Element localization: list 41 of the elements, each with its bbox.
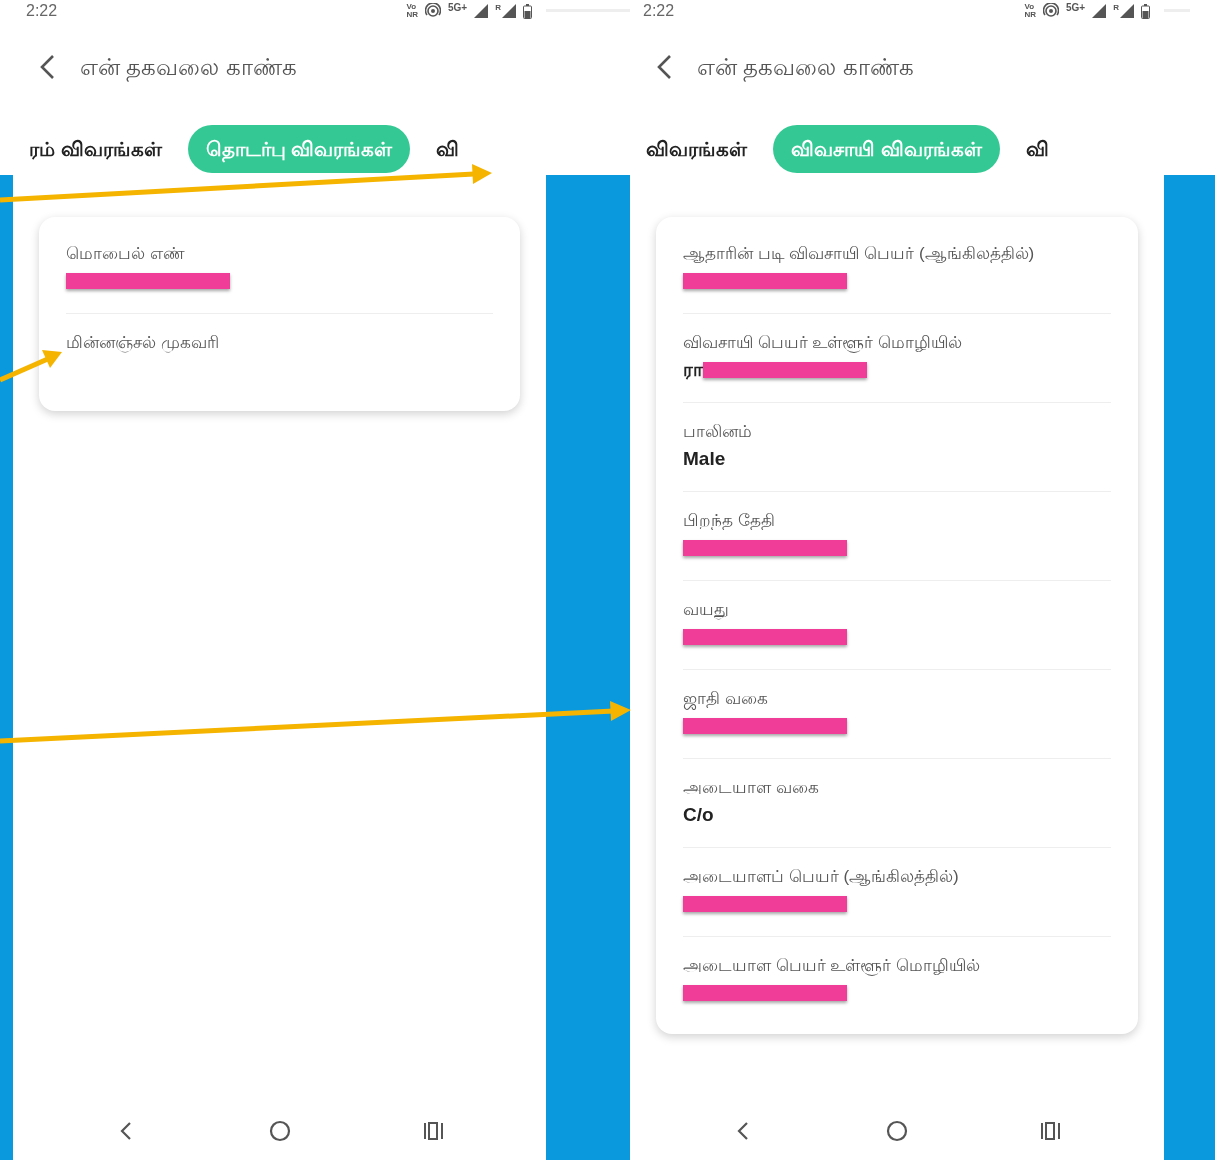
status-text: Vo (406, 3, 418, 11)
signal-icon (502, 4, 516, 18)
status-time: 2:22 (26, 3, 58, 19)
status-text: NR (406, 11, 419, 19)
field-label: ஜாதி வகை (683, 688, 769, 710)
page-title: என் தகவலை காண்க (697, 52, 914, 84)
field-label: அடையாள வகை (683, 777, 820, 799)
page-title: என் தகவலை காண்க (80, 52, 297, 84)
arrow (0, 350, 62, 383)
field-value: C/o (683, 802, 714, 827)
field-value: ரா (683, 357, 703, 382)
back-icon[interactable] (655, 54, 673, 80)
tab[interactable]: வி (436, 125, 460, 173)
field-label: மொபைல் எண் (66, 243, 186, 265)
field-label: பிறந்த தேதி (683, 510, 776, 532)
network-label: 5G+ (1066, 3, 1086, 13)
status-time: 2:22 (643, 3, 675, 19)
field-value: Male (683, 446, 726, 471)
field-label: மின்னஞ்சல் முகவரி (66, 332, 220, 354)
network-label: 5G+ (448, 3, 468, 13)
roaming-label: R (495, 4, 501, 12)
tab[interactable]: வி (1025, 125, 1049, 173)
signal-icon (1092, 4, 1107, 18)
tab[interactable]: விவரங்கள் (646, 125, 747, 173)
signal-icon (1120, 4, 1134, 18)
field-label: வயது (683, 599, 730, 621)
field-label: ஆதாரின் படி விவசாயி பெயர் (ஆங்கிலத்தில்) (683, 243, 1036, 265)
battery-icon (1141, 3, 1150, 19)
back-icon[interactable] (38, 54, 56, 80)
tab[interactable]: ரம் விவரங்கள் (29, 125, 162, 173)
status-text: Vo (1024, 3, 1036, 11)
field-label: பாலினம் (683, 421, 753, 443)
roaming-label: R (1113, 4, 1119, 12)
field-label: அடையாள பெயர் உள்ளூர் மொழியில் (683, 955, 982, 977)
signal-icon (474, 4, 489, 18)
field-label: அடையாளப் பெயர் (ஆங்கிலத்தில்) (683, 866, 960, 888)
battery-icon (523, 3, 532, 19)
status-text: NR (1024, 11, 1037, 19)
field-label: விவசாயி பெயர் உள்ளூர் மொழியில் (683, 332, 964, 354)
hotspot-icon (425, 3, 442, 19)
hotspot-icon (1043, 3, 1060, 19)
